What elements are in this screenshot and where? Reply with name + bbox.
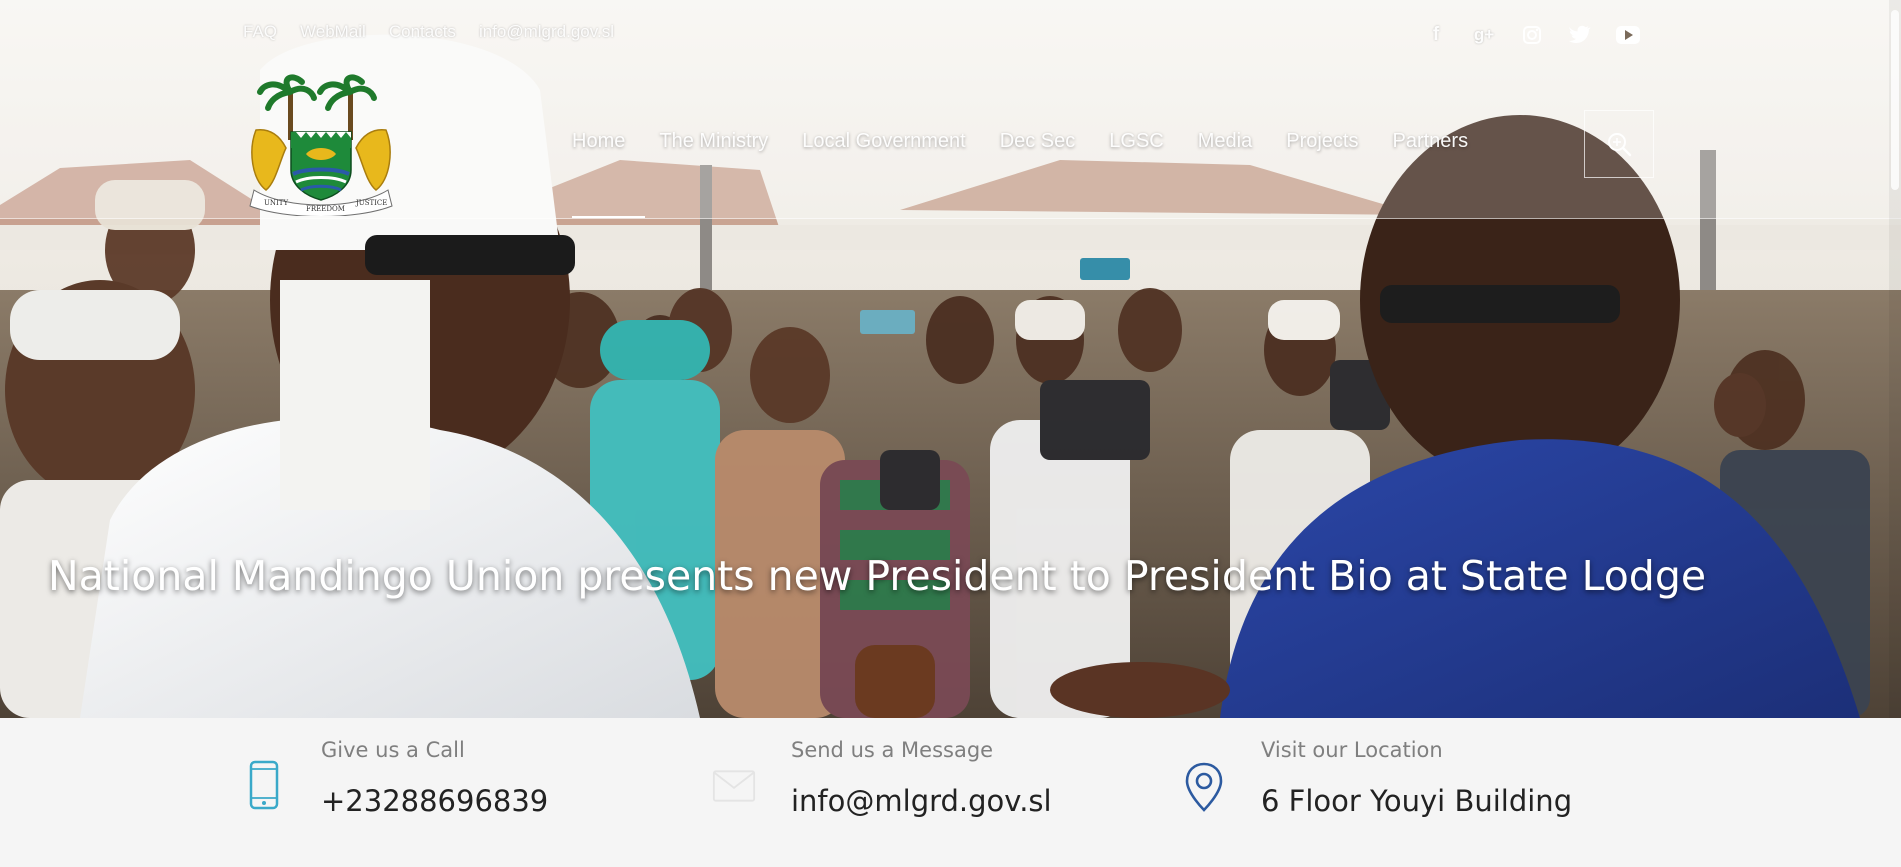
scrollbar-thumb[interactable] [1891,10,1899,190]
nav-projects[interactable]: Projects [1286,130,1358,153]
google-plus-icon[interactable]: g+ [1471,22,1497,48]
contact-strip: Give us a Call +23288696839 Send us a Me… [0,718,1901,867]
slide-caption[interactable]: National Mandingo Union presents new Pre… [48,552,1808,600]
svg-text:UNITY: UNITY [264,199,288,207]
contact-location-label: Visit our Location [1261,738,1443,762]
nav-lgsc[interactable]: LGSC [1109,130,1163,153]
map-pin-icon [1182,762,1226,818]
svg-text:JUSTICE: JUSTICE [355,199,387,207]
nav-partners[interactable]: Partners [1392,130,1468,153]
top-link-faq[interactable]: FAQ [243,22,277,42]
main-nav: Home The Ministry Local Government Dec S… [572,130,1468,218]
nav-the-ministry[interactable]: The Ministry [659,130,768,153]
hero-slider[interactable]: FAQ WebMail Contacts info@mlgrd.gov.sl f… [0,0,1901,718]
nav-media[interactable]: Media [1198,130,1252,153]
top-link-webmail[interactable]: WebMail [300,22,366,42]
nav-dec-sec[interactable]: Dec Sec [1000,130,1076,153]
contact-call-value[interactable]: +23288696839 [321,784,548,818]
svg-text:FREEDOM: FREEDOM [306,205,345,213]
nav-home[interactable]: Home [572,130,646,218]
contact-location-value[interactable]: 6 Floor Youyi Building [1261,784,1572,818]
twitter-icon[interactable] [1567,22,1593,48]
phone-icon [242,760,286,816]
facebook-icon[interactable]: f [1423,22,1449,48]
top-links-bar: FAQ WebMail Contacts info@mlgrd.gov.sl [243,22,614,42]
instagram-icon[interactable] [1519,22,1545,48]
social-links: f g+ [1423,22,1641,48]
contact-message-label: Send us a Message [791,738,994,762]
envelope-icon [712,768,756,824]
page: FAQ WebMail Contacts info@mlgrd.gov.sl f… [0,0,1901,867]
top-link-email[interactable]: info@mlgrd.gov.sl [479,22,614,42]
contact-message-value[interactable]: info@mlgrd.gov.sl [791,784,1052,818]
contact-call-label: Give us a Call [321,738,465,762]
youtube-icon[interactable] [1615,22,1641,48]
nav-local-government[interactable]: Local Government [802,130,965,153]
search-icon [1608,133,1632,157]
search-button[interactable] [1584,110,1654,178]
top-link-contacts[interactable]: Contacts [389,22,456,42]
page-scrollbar[interactable] [1889,0,1901,718]
coat-of-arms-logo[interactable]: UNITY FREEDOM JUSTICE [246,70,396,216]
